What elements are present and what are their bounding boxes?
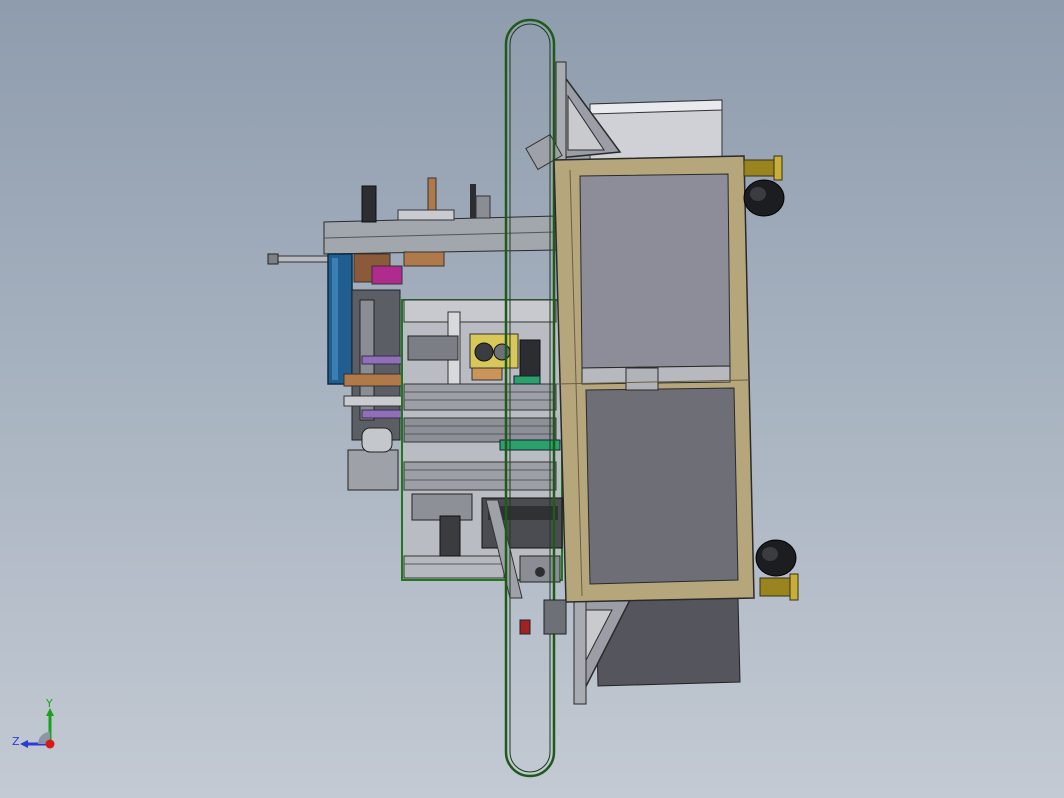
y-axis-label: Y xyxy=(46,697,53,710)
small-clip-bottom xyxy=(519,599,567,635)
cad-model-view[interactable] xyxy=(0,0,1064,798)
brass-fitting-bottom xyxy=(755,539,799,601)
brass-fitting-top xyxy=(743,155,785,217)
coordinate-triad: Y Z xyxy=(8,697,72,760)
graphics-viewport[interactable]: Y Z xyxy=(0,0,1064,798)
triad-axes xyxy=(20,708,55,749)
x-axis-dot xyxy=(45,739,55,749)
front-frame xyxy=(553,155,755,603)
z-axis-label: Z xyxy=(12,735,20,748)
mechanism-assembly[interactable] xyxy=(267,133,563,599)
